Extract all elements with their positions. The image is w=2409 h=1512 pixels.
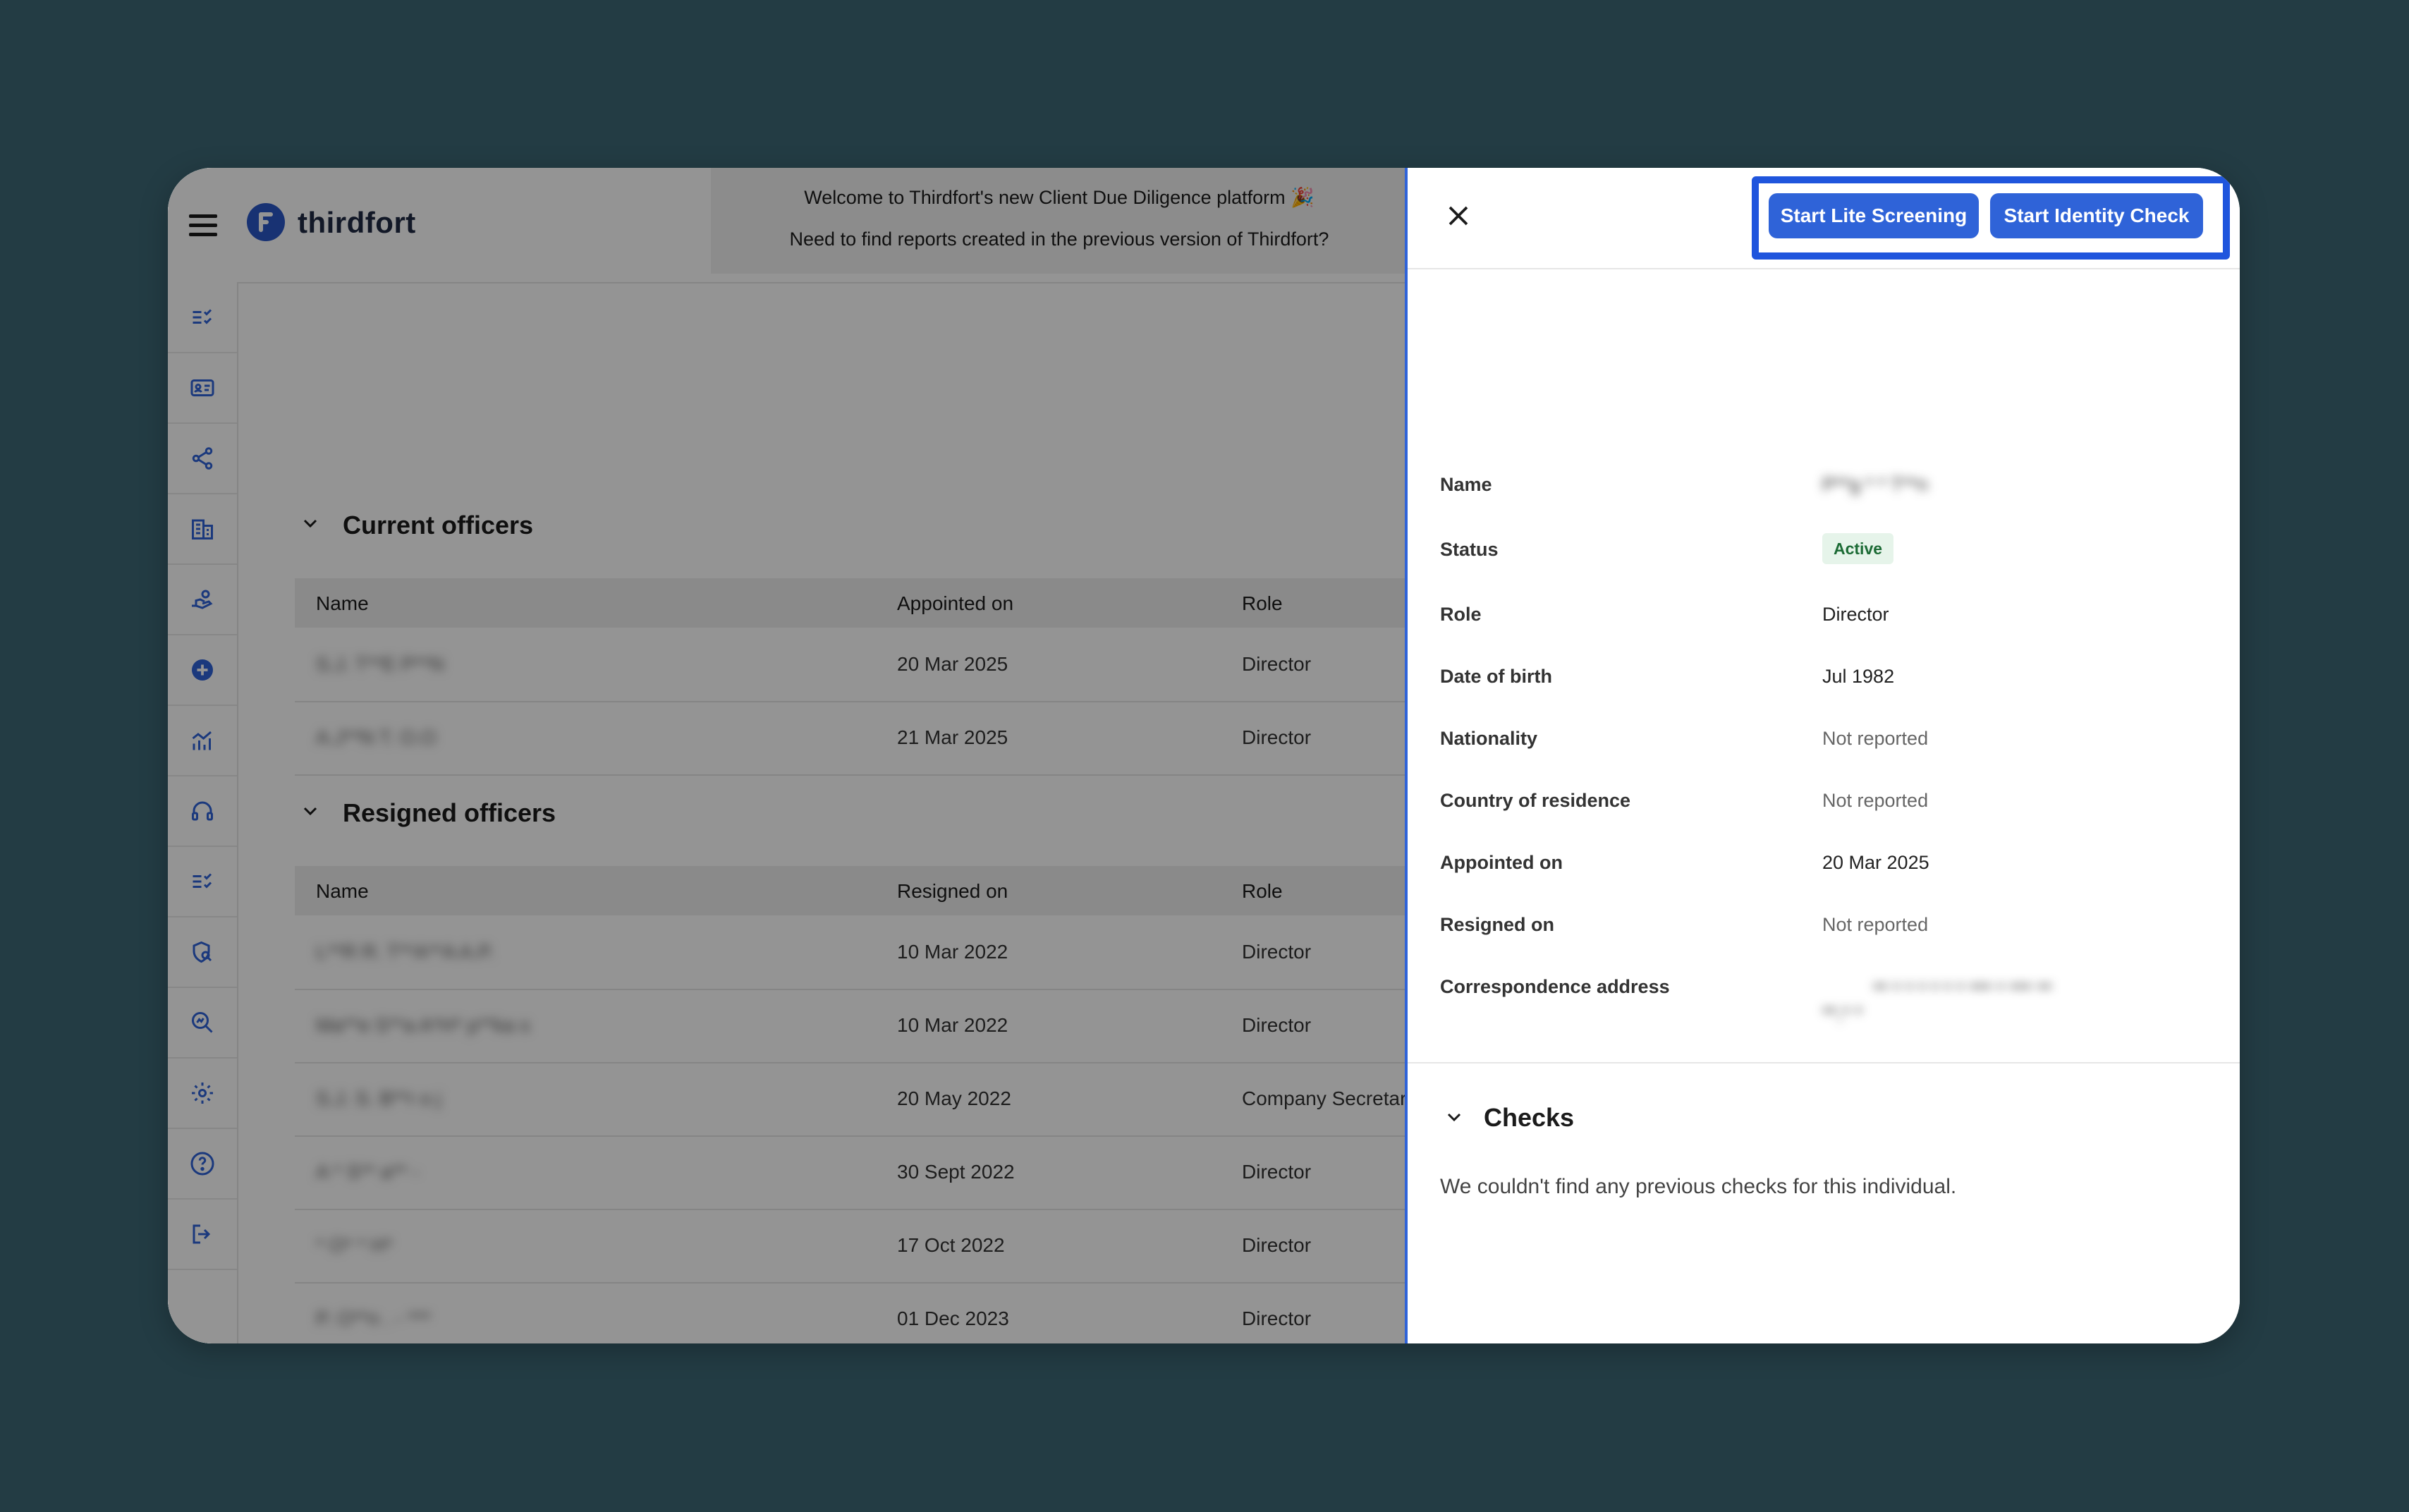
residence-label: Country of residence <box>1440 790 1631 811</box>
resigned-value: Not reported <box>1822 914 1929 935</box>
close-icon[interactable] <box>1446 203 1471 228</box>
residence-value: Not reported <box>1822 790 1929 811</box>
address-line-1: ** * * * * * * *** * *** ** <box>1873 979 2052 1000</box>
start-identity-check-button[interactable]: Start Identity Check <box>1990 193 2203 238</box>
resigned-label: Resigned on <box>1440 914 1555 935</box>
appointed-value: 20 Mar 2025 <box>1822 852 1929 873</box>
checks-title: Checks <box>1484 1103 1575 1132</box>
officer-detail-drawer: Start Lite Screening Start Identity Chec… <box>1405 168 2240 1343</box>
name-value: P**g * * T**n <box>1822 474 1928 495</box>
nationality-label: Nationality <box>1440 728 1538 749</box>
divider <box>1408 268 2240 269</box>
dob-label: Date of birth <box>1440 666 1552 687</box>
address-label: Correspondence address <box>1440 976 1670 997</box>
chevron-down-icon <box>1447 1113 1461 1122</box>
start-lite-screening-button[interactable]: Start Lite Screening <box>1769 193 1979 238</box>
status-label: Status <box>1440 539 1499 560</box>
modal-backdrop[interactable] <box>168 168 1408 1343</box>
role-value: Director <box>1822 604 1889 625</box>
nationality-value: Not reported <box>1822 728 1929 749</box>
role-label: Role <box>1440 604 1482 625</box>
checks-empty-message: We couldn't find any previous checks for… <box>1440 1175 1957 1198</box>
company-page: thirdfort Welcome to Thirdfort's new Cli… <box>168 168 1408 1343</box>
name-label: Name <box>1440 474 1492 495</box>
dob-value: Jul 1982 <box>1822 666 1895 687</box>
divider <box>1408 1062 2240 1063</box>
appointed-label: Appointed on <box>1440 852 1563 873</box>
status-badge: Active <box>1822 533 1894 564</box>
app-window: thirdfort Welcome to Thirdfort's new Cli… <box>168 168 2240 1343</box>
address-line-2: **,* * <box>1822 1003 1863 1024</box>
